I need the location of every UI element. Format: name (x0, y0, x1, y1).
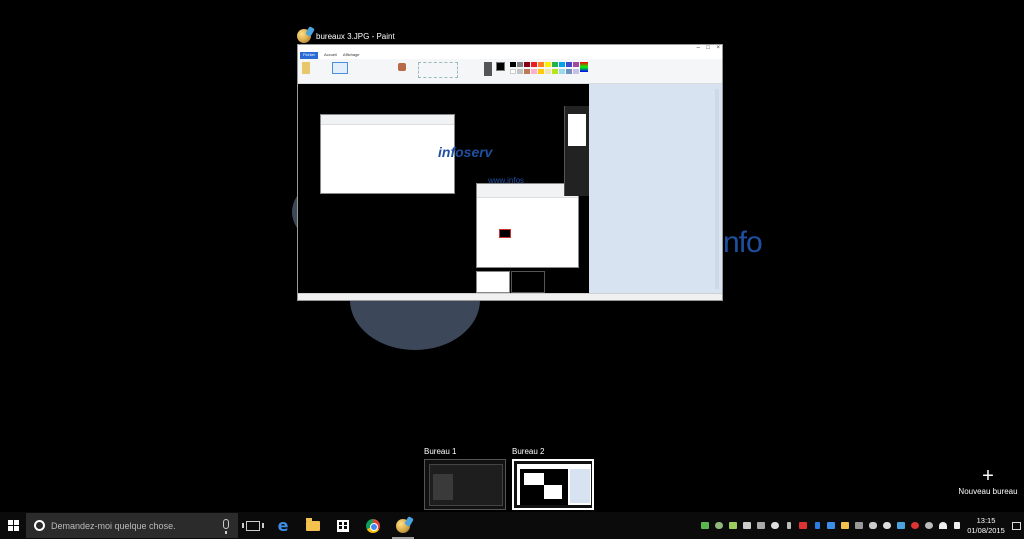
color1-swatch (496, 62, 505, 71)
ribbon-tab: Fichier (300, 52, 319, 59)
minimize-icon: – (696, 45, 700, 51)
cloud-icon[interactable] (712, 512, 726, 539)
color-palette (510, 62, 582, 75)
store-button[interactable] (328, 512, 358, 539)
search-box[interactable] (26, 513, 238, 538)
vertical-scrollbar (715, 89, 719, 289)
nested-desktop-thumb-2 (511, 271, 545, 293)
file-explorer-button[interactable] (298, 512, 328, 539)
microphone-icon[interactable] (223, 519, 229, 534)
edge-button[interactable]: e (268, 512, 298, 539)
action-center-button[interactable] (1008, 521, 1024, 530)
network-drive-icon[interactable] (740, 512, 754, 539)
drive-icon[interactable] (852, 512, 866, 539)
paint-icon (297, 29, 311, 43)
cat-icon[interactable] (866, 512, 880, 539)
nested-side-window (564, 106, 589, 196)
desktop-label: Bureau 1 (424, 447, 457, 456)
bluetooth-icon[interactable] (810, 512, 824, 539)
dropbox-icon[interactable] (824, 512, 838, 539)
close-icon: × (716, 45, 720, 51)
cortana-icon (34, 520, 45, 531)
system-tray: 13:15 01/08/2015 (698, 512, 1024, 539)
ribbon-tab: Accueil (324, 52, 337, 57)
task-view-screen: nfo bureaux 3.JPG - Paint – □ × Fichier … (0, 0, 1024, 539)
window-title-row[interactable]: bureaux 3.JPG - Paint (297, 29, 395, 43)
usb-icon[interactable] (782, 512, 796, 539)
antivirus-icon[interactable] (908, 512, 922, 539)
chat-icon[interactable] (726, 512, 740, 539)
window-title: bureaux 3.JPG - Paint (316, 31, 395, 41)
nested-brand-text: infoserv (438, 144, 493, 160)
pdf-icon[interactable] (796, 512, 810, 539)
windows-logo-icon (7, 520, 19, 531)
start-button[interactable] (0, 512, 26, 539)
green-shield-icon[interactable] (698, 512, 712, 539)
new-desktop-label: Nouveau bureau (958, 487, 1018, 496)
nested-paint-window (320, 114, 455, 194)
person-icon[interactable] (922, 512, 936, 539)
plus-icon: + (982, 465, 994, 487)
ribbon-tab: Affichage (342, 52, 360, 57)
clock-date: 01/08/2015 (967, 525, 1005, 535)
nested-thumbnail (499, 229, 511, 238)
notification-icon (1011, 521, 1021, 530)
paint-icon (396, 518, 410, 533)
select-icon (332, 62, 348, 74)
canvas-image: infoserv www.infos (298, 84, 589, 297)
maximize-icon: □ (706, 45, 710, 51)
paste-icon (302, 62, 310, 74)
desktop-thumbnail[interactable] (512, 459, 594, 510)
clock-time: 13:15 (976, 515, 996, 525)
clock[interactable]: 13:15 01/08/2015 (964, 516, 1008, 536)
edit-colors-icon (580, 62, 588, 72)
search-input[interactable] (51, 520, 211, 531)
edge-icon: e (277, 516, 289, 535)
file-explorer-icon (306, 517, 320, 531)
store-icon (337, 519, 349, 532)
wifi-icon[interactable] (936, 512, 950, 539)
ribbon (298, 59, 722, 84)
shapes-gallery (418, 62, 458, 78)
task-view-icon (242, 520, 264, 531)
size-icon (484, 62, 492, 76)
desktop-thumbnail[interactable] (424, 459, 506, 510)
alien-icon[interactable] (768, 512, 782, 539)
paint-window-thumbnail[interactable]: – □ × Fichier Accueil Affichage infoserv… (297, 44, 723, 301)
status-bar (298, 293, 722, 300)
nested-desktop-thumb-1 (476, 271, 510, 293)
chrome-button[interactable] (358, 512, 388, 539)
desktop-1[interactable]: Bureau 1 (424, 447, 506, 510)
paint-button[interactable] (388, 512, 418, 539)
brushes-icon (398, 63, 406, 71)
warning-icon[interactable] (894, 512, 908, 539)
desktop-2[interactable]: Bureau 2 (512, 447, 594, 510)
chrome-icon (366, 518, 380, 533)
window-titlebar: – □ × (298, 45, 722, 52)
cloud-sync-icon[interactable] (880, 512, 894, 539)
ribbon-tabs: Fichier Accueil Affichage (298, 52, 722, 59)
keyboard-icon[interactable] (754, 512, 768, 539)
taskbar: e 13:15 01/08/2015 (0, 512, 1024, 539)
new-desktop-button[interactable]: + Nouveau bureau (958, 466, 1018, 496)
task-view-button[interactable] (238, 512, 268, 539)
volume-icon[interactable] (950, 512, 964, 539)
wallpaper-brand-text: nfo (723, 226, 763, 259)
folder-sync-icon[interactable] (838, 512, 852, 539)
desktop-label: Bureau 2 (512, 447, 545, 456)
